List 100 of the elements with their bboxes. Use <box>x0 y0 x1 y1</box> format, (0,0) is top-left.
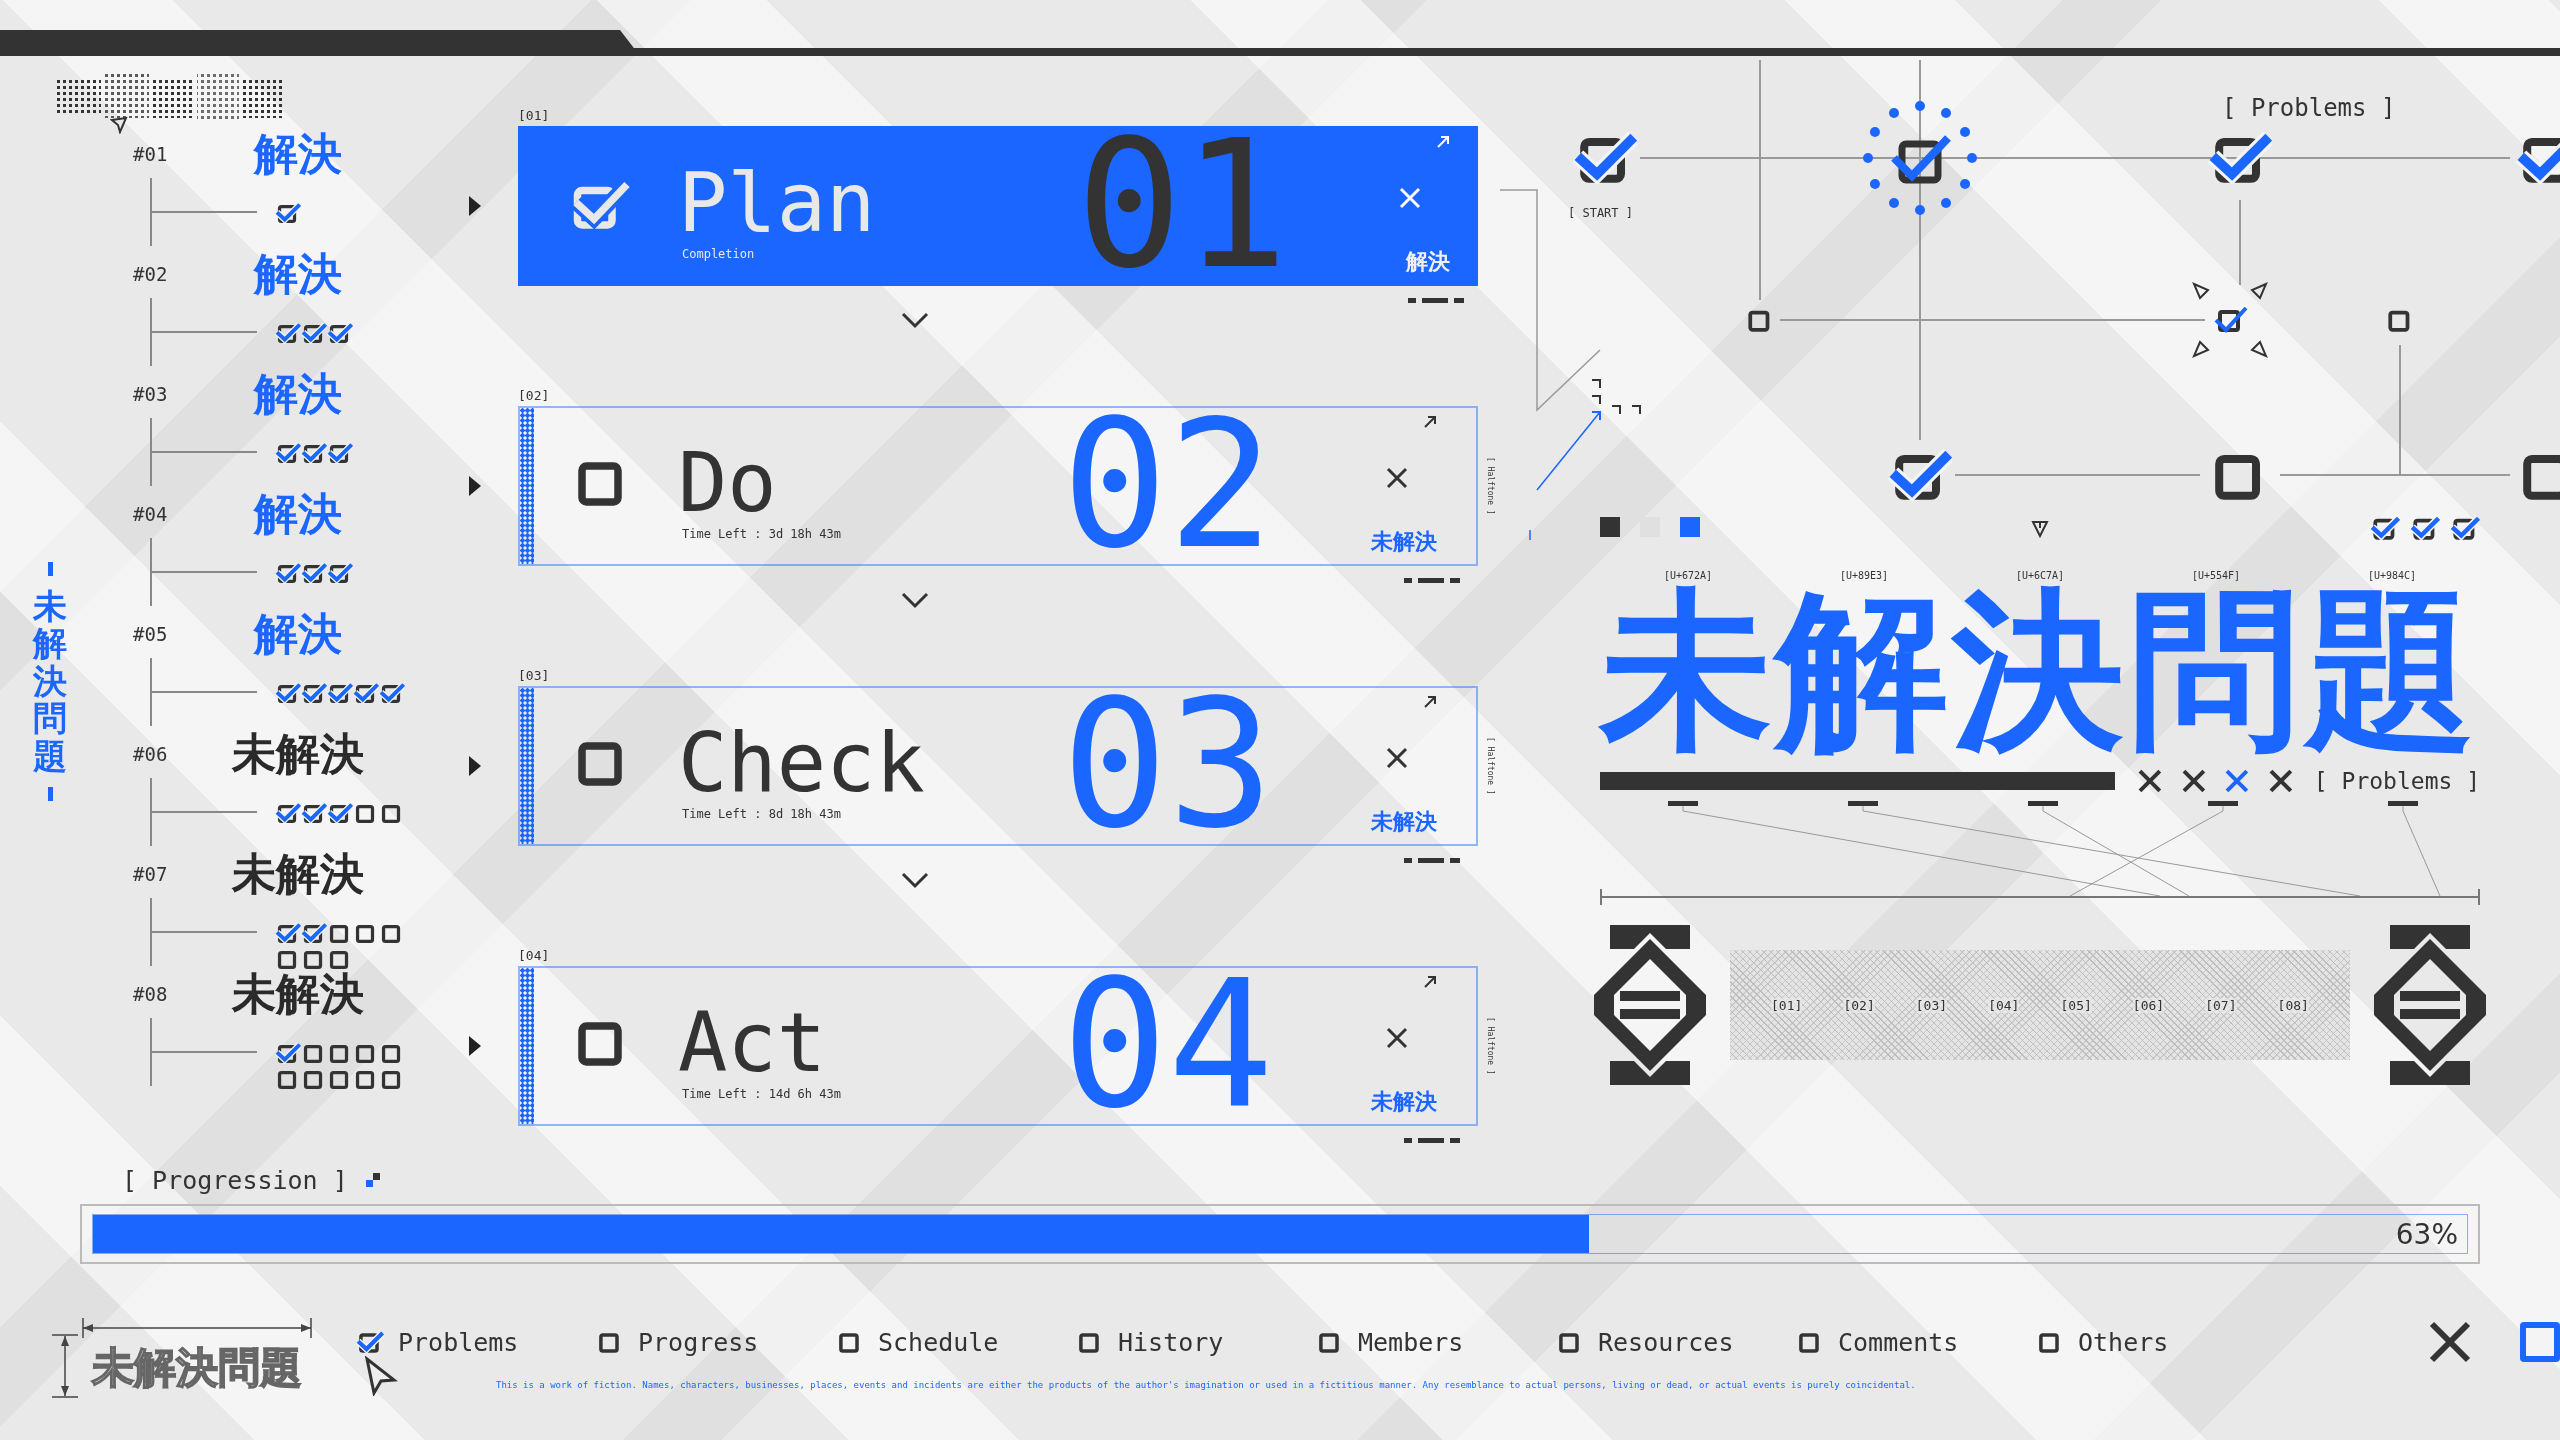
filter-checkbox[interactable]: Problems <box>356 1327 596 1357</box>
progress-reading: 63% <box>2395 1218 2458 1251</box>
headline-title: 未解決問題 <box>1600 581 2480 761</box>
card-status: 未解決 <box>1370 1088 1437 1116</box>
card-index: [03] <box>518 668 551 685</box>
card-number: 03 <box>1061 688 1275 844</box>
progress-label: [ Progression ] <box>122 1165 348 1195</box>
bar-mark <box>47 562 53 576</box>
status-label[interactable]: 解決 <box>223 244 373 304</box>
card-status: 未解決 <box>1370 528 1437 556</box>
status-label[interactable]: 解決 <box>223 364 373 424</box>
unicode-label: [U+89E3] <box>1839 570 1889 581</box>
dash-marks <box>1408 298 1464 303</box>
card-number: 01 <box>1076 128 1290 284</box>
diagonal-arrow-icon[interactable] <box>1422 975 1437 989</box>
chevron-down-icon <box>900 871 930 889</box>
slot-label: [02] <box>1843 997 1875 1013</box>
dash-marks <box>1404 858 1460 863</box>
card-title: Act <box>678 999 827 1087</box>
unicode-label: [U+554F] <box>2191 570 2241 581</box>
filter-checkbox[interactable]: Resources <box>1556 1327 1796 1357</box>
pixel-icon <box>365 1173 380 1187</box>
chevron-down-icon <box>900 591 930 609</box>
filter-checkbox[interactable]: Progress <box>596 1327 836 1357</box>
triangle-icon[interactable] <box>468 755 482 777</box>
side-note: [ Halftone ] <box>1486 737 1495 795</box>
side-note: [ Halftone ] <box>1486 457 1495 515</box>
unicode-label: [U+6C7A] <box>2015 570 2065 581</box>
status-label[interactable]: 未解決 <box>223 964 373 1024</box>
slot-label: [05] <box>2060 997 2092 1013</box>
status-label[interactable]: 解決 <box>223 604 373 664</box>
card-number: 02 <box>1061 408 1275 564</box>
triangle-icon[interactable] <box>468 475 482 497</box>
close-icon[interactable] <box>1384 466 1409 490</box>
item-number: #03 <box>133 383 169 405</box>
close-icon[interactable] <box>1384 746 1409 770</box>
triangle-icon[interactable] <box>468 195 482 217</box>
card-index: [02] <box>518 388 551 405</box>
item-number: #01 <box>133 143 169 165</box>
card-title: Check <box>678 719 926 807</box>
card-subtitle: Time Left : 3d 18h 43m <box>682 527 842 541</box>
close-icon[interactable] <box>1384 1026 1409 1050</box>
item-number: #05 <box>133 623 169 645</box>
slot-label: [07] <box>2205 997 2237 1013</box>
section-label: [ Problems ] <box>2313 768 2481 794</box>
task-card[interactable]: Check Time Left : 8d 18h 43m 03 未解決 <box>518 686 1478 846</box>
outline-title: 未解決問題 <box>89 1342 303 1394</box>
filter-checkbox[interactable]: Comments <box>1796 1327 2036 1357</box>
task-card[interactable]: Do Time Left : 3d 18h 43m 02 未解決 <box>518 406 1478 566</box>
task-card[interactable]: Act Time Left : 14d 6h 43m 04 未解決 <box>518 966 1478 1126</box>
item-number: #08 <box>133 983 169 1005</box>
card-subtitle: Time Left : 8d 18h 43m <box>682 807 842 821</box>
pointer-icon <box>110 116 128 134</box>
slot-label: [01] <box>1771 997 1803 1013</box>
slot-label: [08] <box>2277 997 2309 1013</box>
cursor-icon <box>364 1355 398 1396</box>
card-title: Plan <box>678 159 877 247</box>
triangle-icon <box>2031 520 2049 538</box>
card-index: [04] <box>518 948 551 965</box>
card-index: [01] <box>518 108 551 125</box>
dash-marks <box>1404 1138 1460 1143</box>
item-number: #02 <box>133 263 169 285</box>
status-label[interactable]: 未解決 <box>223 844 373 904</box>
card-status: 未解決 <box>1370 808 1437 836</box>
filter-checkbox[interactable]: History <box>1076 1327 1316 1357</box>
item-number: #04 <box>133 503 169 525</box>
disclaimer-text: This is a work of fiction. Names, characters, businesses, places, events and incidents are either the products of the author's imagination or used in a fictitious manner. Any resemblance to actual persons, living or dead, or actual events is purely coincidental. <box>496 1380 1917 1390</box>
diagonal-arrow-icon[interactable] <box>1422 415 1437 429</box>
status-label[interactable]: 解決 <box>223 124 373 184</box>
card-number: 04 <box>1061 968 1275 1124</box>
task-card[interactable]: Plan Completion 01 解決 <box>518 126 1478 286</box>
bar-mark <box>47 786 53 801</box>
diagonal-arrow-icon[interactable] <box>1422 695 1437 709</box>
checkbox-target-icon[interactable] <box>2190 280 2270 360</box>
slot-label: [04] <box>1988 997 2020 1013</box>
checkbox-ring-icon[interactable] <box>1860 98 1980 218</box>
side-note: [ Halftone ] <box>1486 1017 1495 1075</box>
card-subtitle: Time Left : 14d 6h 43m <box>682 1087 842 1101</box>
chevron-down-icon <box>900 311 930 329</box>
height-dimension-arrow <box>52 1334 78 1398</box>
slot-label: [06] <box>2132 997 2165 1013</box>
item-number: #07 <box>133 863 169 885</box>
filter-checkbox[interactable]: Members <box>1316 1327 1556 1357</box>
triangle-icon[interactable] <box>468 1035 482 1057</box>
vertical-title: 未解決問題 <box>33 588 67 775</box>
unicode-label: [U+672A] <box>1663 570 1713 581</box>
close-icon <box>2428 1320 2472 1364</box>
unicode-label: [U+984C] <box>2367 570 2417 581</box>
filter-checkbox[interactable]: Schedule <box>836 1327 1076 1357</box>
slot-label: [03] <box>1915 997 1948 1013</box>
card-subtitle: Completion <box>682 247 756 261</box>
status-label[interactable]: 解決 <box>223 484 373 544</box>
section-title: [ Problems ] <box>2222 94 2396 122</box>
filter-checkbox[interactable]: Others <box>2036 1327 2276 1357</box>
square-button[interactable] <box>2520 1322 2560 1362</box>
card-status: 解決 <box>1406 248 1450 276</box>
item-number: #06 <box>133 743 169 765</box>
card-title: Do <box>678 439 777 527</box>
start-label: [ START ] <box>1568 206 1634 220</box>
status-label[interactable]: 未解決 <box>223 724 373 784</box>
